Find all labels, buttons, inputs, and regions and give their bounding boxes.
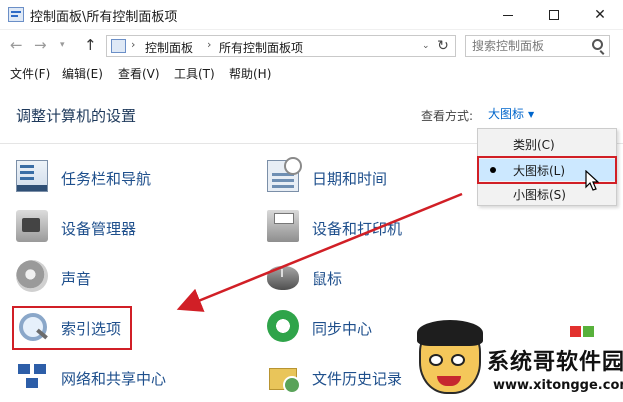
option-label: 小图标(S) <box>513 188 566 202</box>
mascot-eye <box>429 354 443 366</box>
watermark-title: 系统哥软件园 <box>487 350 623 375</box>
view-option-category[interactable]: 类别(C) <box>478 133 616 155</box>
mascot-eye <box>451 354 465 366</box>
windows-logo-icon <box>570 326 594 338</box>
mascot-hair <box>417 320 483 346</box>
watermark-url: www.xitongge.com <box>493 378 623 393</box>
watermark: 系统哥软件园 www.xitongge.com <box>415 312 623 402</box>
option-label: 类别(C) <box>513 138 555 152</box>
highlight-box-indexing <box>12 306 132 350</box>
mouse-cursor-icon <box>585 170 599 191</box>
